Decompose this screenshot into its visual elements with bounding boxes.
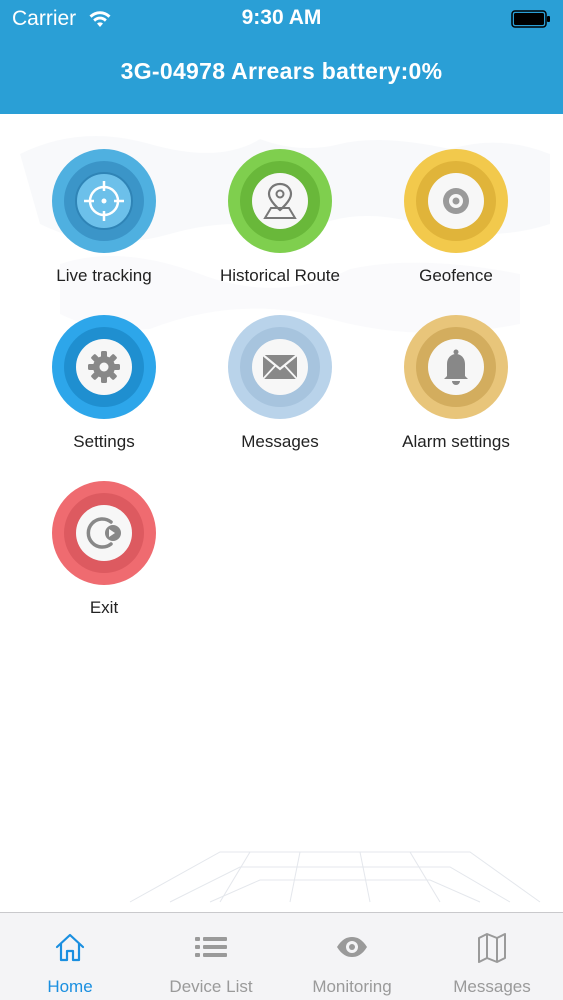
grid-background: [129, 851, 541, 903]
page-title: 3G-04978 Arrears battery:0%: [120, 58, 443, 84]
tab-messages[interactable]: Messages: [422, 913, 562, 1000]
tab-label: Monitoring: [312, 977, 392, 996]
menu-label: Live tracking: [56, 266, 152, 285]
menu-alarm-settings[interactable]: Alarm settings: [368, 314, 544, 464]
list-icon: [195, 937, 227, 957]
gear-icon: [52, 315, 156, 419]
envelope-icon: [228, 315, 332, 419]
menu-label: Settings: [73, 432, 135, 451]
map-pin-icon: [228, 149, 332, 253]
menu-label: Geofence: [419, 266, 493, 285]
menu-label: Exit: [89, 598, 119, 617]
menu-historical-route[interactable]: Historical Route: [192, 148, 368, 298]
crosshair-icon: [52, 149, 156, 253]
target-icon: [404, 149, 508, 253]
top-bar: Carrier 9:30 AM 3G-04978 Arrears battery…: [0, 0, 563, 114]
logout-icon: [52, 481, 156, 585]
home-icon: [55, 933, 85, 962]
eye-icon: [337, 937, 367, 957]
menu-settings[interactable]: Settings: [16, 314, 192, 464]
map-icon: [478, 933, 506, 963]
battery-icon: [511, 10, 550, 28]
tab-label: Home: [47, 977, 93, 996]
menu-exit[interactable]: Exit: [16, 480, 192, 630]
menu-messages[interactable]: Messages: [192, 314, 368, 464]
menu-geofence[interactable]: Geofence: [368, 148, 544, 298]
tab-label: Device List: [169, 977, 253, 996]
menu-label: Alarm settings: [402, 432, 510, 451]
tab-bar: Home Device List Monitoring Messages: [0, 912, 563, 1000]
menu-live-tracking[interactable]: Live tracking: [16, 148, 192, 298]
app-screen: Carrier 9:30 AM 3G-04978 Arrears battery…: [0, 0, 563, 1000]
bell-icon: [404, 315, 508, 419]
main-content: Live tracking Historical Route Geofence …: [0, 114, 563, 912]
tab-label: Messages: [453, 977, 531, 996]
tab-device-list[interactable]: Device List: [141, 913, 281, 1000]
status-bar: Carrier 9:30 AM: [0, 0, 563, 38]
menu-label: Messages: [241, 432, 319, 451]
menu-label: Historical Route: [220, 266, 340, 285]
clock: 9:30 AM: [241, 6, 322, 29]
tab-monitoring[interactable]: Monitoring: [282, 913, 422, 1000]
tab-home[interactable]: Home: [0, 913, 140, 1000]
